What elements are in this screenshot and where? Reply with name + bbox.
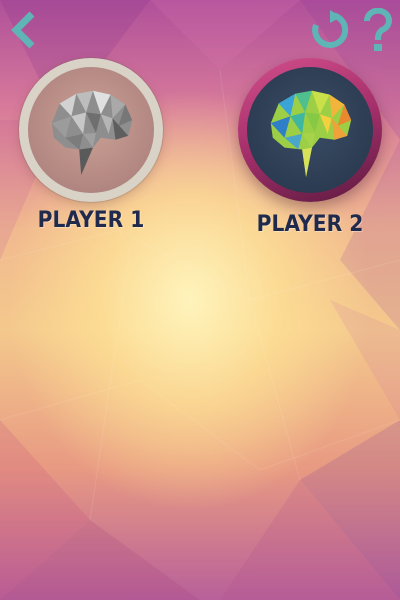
grayscale-brain-icon (51, 90, 133, 176)
player-1-option[interactable]: PLAYER 1 (19, 58, 163, 233)
question-mark-icon[interactable] (362, 8, 394, 52)
top-toolbar (0, 0, 400, 60)
player-2-label: PLAYER 2 (256, 212, 364, 237)
player-2-avatar-ring (238, 58, 382, 202)
refresh-icon[interactable] (310, 10, 350, 50)
colorful-brain-icon (270, 90, 352, 177)
player-1-label: PLAYER 1 (37, 208, 145, 233)
chevron-left-icon[interactable] (8, 10, 38, 50)
player-1-avatar-ring (19, 58, 163, 202)
player-2-option[interactable]: PLAYER 2 (238, 58, 382, 237)
